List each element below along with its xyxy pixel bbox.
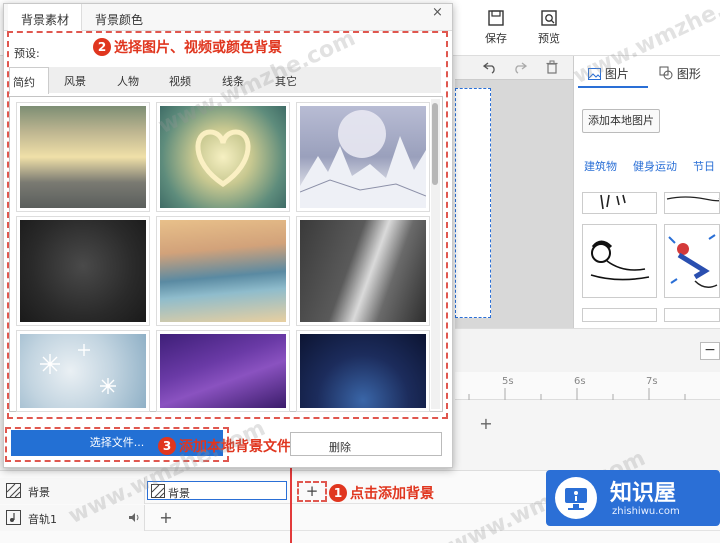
tick-label: 7s	[646, 376, 658, 387]
tab-background-material-label: 背景素材	[21, 13, 70, 27]
zoom-bar	[455, 328, 720, 372]
subtab-simple[interactable]: 简约	[9, 67, 49, 94]
logo-url: zhishiwu.com	[612, 506, 680, 517]
background-clip-label: 背景	[168, 487, 190, 500]
preview-button[interactable]: 预览	[529, 8, 569, 52]
callout-text: 点击添加背景	[350, 486, 434, 502]
clipart-thumbnail[interactable]	[664, 308, 720, 322]
save-icon	[488, 10, 504, 26]
subtab-people[interactable]: 人物	[117, 73, 139, 89]
timeline-ruler	[455, 372, 720, 400]
category-building[interactable]: 建筑物	[584, 158, 617, 174]
delete-button[interactable]: 删除	[290, 432, 442, 456]
background-thumbnail[interactable]	[156, 330, 290, 412]
callout-number: 2	[93, 38, 111, 56]
tab-shape[interactable]: 图形	[655, 60, 720, 88]
track-audio-label: 音轨1	[28, 513, 57, 526]
delete-label: 删除	[329, 441, 351, 454]
clipart-thumbnail[interactable]	[582, 308, 657, 322]
music-track-icon	[6, 510, 21, 525]
background-thumbnail[interactable]	[156, 216, 290, 326]
clipart-thumbnail[interactable]	[582, 224, 657, 298]
tab-shape-label: 图形	[676, 67, 701, 81]
timeline-upper-track	[455, 400, 720, 470]
clipart-thumbnail[interactable]	[664, 192, 720, 214]
subtab-scenery[interactable]: 风景	[64, 73, 86, 89]
trash-icon[interactable]	[545, 60, 559, 74]
redo-icon[interactable]	[513, 60, 527, 74]
add-background-button[interactable]: +	[297, 481, 327, 502]
background-thumbnail[interactable]	[16, 216, 150, 326]
zoom-out-button[interactable]: −	[700, 342, 720, 360]
undo-icon[interactable]	[483, 60, 497, 74]
logo-title: 知识屋	[610, 481, 677, 506]
callout-number: 3	[158, 437, 176, 455]
preset-label: 预设:	[14, 47, 40, 60]
canvas-page[interactable]	[455, 88, 491, 318]
callout-2: 2 选择图片、视频或颜色背景	[93, 37, 282, 57]
clipart-thumbnail[interactable]	[582, 192, 657, 214]
clipart-thumbnail[interactable]	[664, 224, 720, 298]
preview-label: 预览	[538, 32, 560, 45]
preview-icon	[541, 10, 557, 26]
tab-background-material[interactable]: 背景素材	[8, 4, 82, 31]
callout-text: 选择图片、视频或颜色背景	[114, 40, 282, 56]
background-track-icon	[6, 483, 21, 498]
site-logo: 知识屋 zhishiwu.com	[546, 470, 720, 526]
add-local-image-button[interactable]: 添加本地图片	[582, 109, 660, 133]
tab-background-color[interactable]: 背景颜色	[95, 11, 143, 28]
background-thumbnail[interactable]	[296, 216, 430, 326]
track-background-label: 背景	[28, 486, 50, 499]
callout-number: 1	[329, 484, 347, 502]
tick-label: 5s	[502, 376, 514, 387]
subtab-video[interactable]: 视频	[169, 73, 191, 89]
save-label: 保存	[485, 32, 507, 45]
shape-icon	[659, 66, 673, 80]
grid-scrollbar-thumb[interactable]	[432, 103, 438, 185]
add-audio-button[interactable]: +	[157, 509, 175, 527]
logo-icon	[555, 477, 597, 519]
save-button[interactable]: 保存	[476, 8, 516, 52]
tick-label: 6s	[574, 376, 586, 387]
volume-icon[interactable]	[128, 512, 140, 523]
canvas-toolbar	[455, 56, 573, 80]
subtab-simple-label: 简约	[13, 76, 35, 89]
add-track-button[interactable]: +	[476, 414, 496, 434]
background-thumbnail[interactable]	[296, 330, 430, 412]
callout-1: 1 点击添加背景	[329, 483, 434, 503]
category-festival[interactable]: 节日	[693, 158, 715, 174]
category-fitness[interactable]: 健身运动	[633, 158, 677, 174]
background-thumbnail[interactable]	[296, 102, 430, 212]
close-icon[interactable]: ×	[432, 5, 443, 20]
background-thumbnail[interactable]	[16, 102, 150, 212]
background-thumbnail[interactable]	[16, 330, 150, 412]
